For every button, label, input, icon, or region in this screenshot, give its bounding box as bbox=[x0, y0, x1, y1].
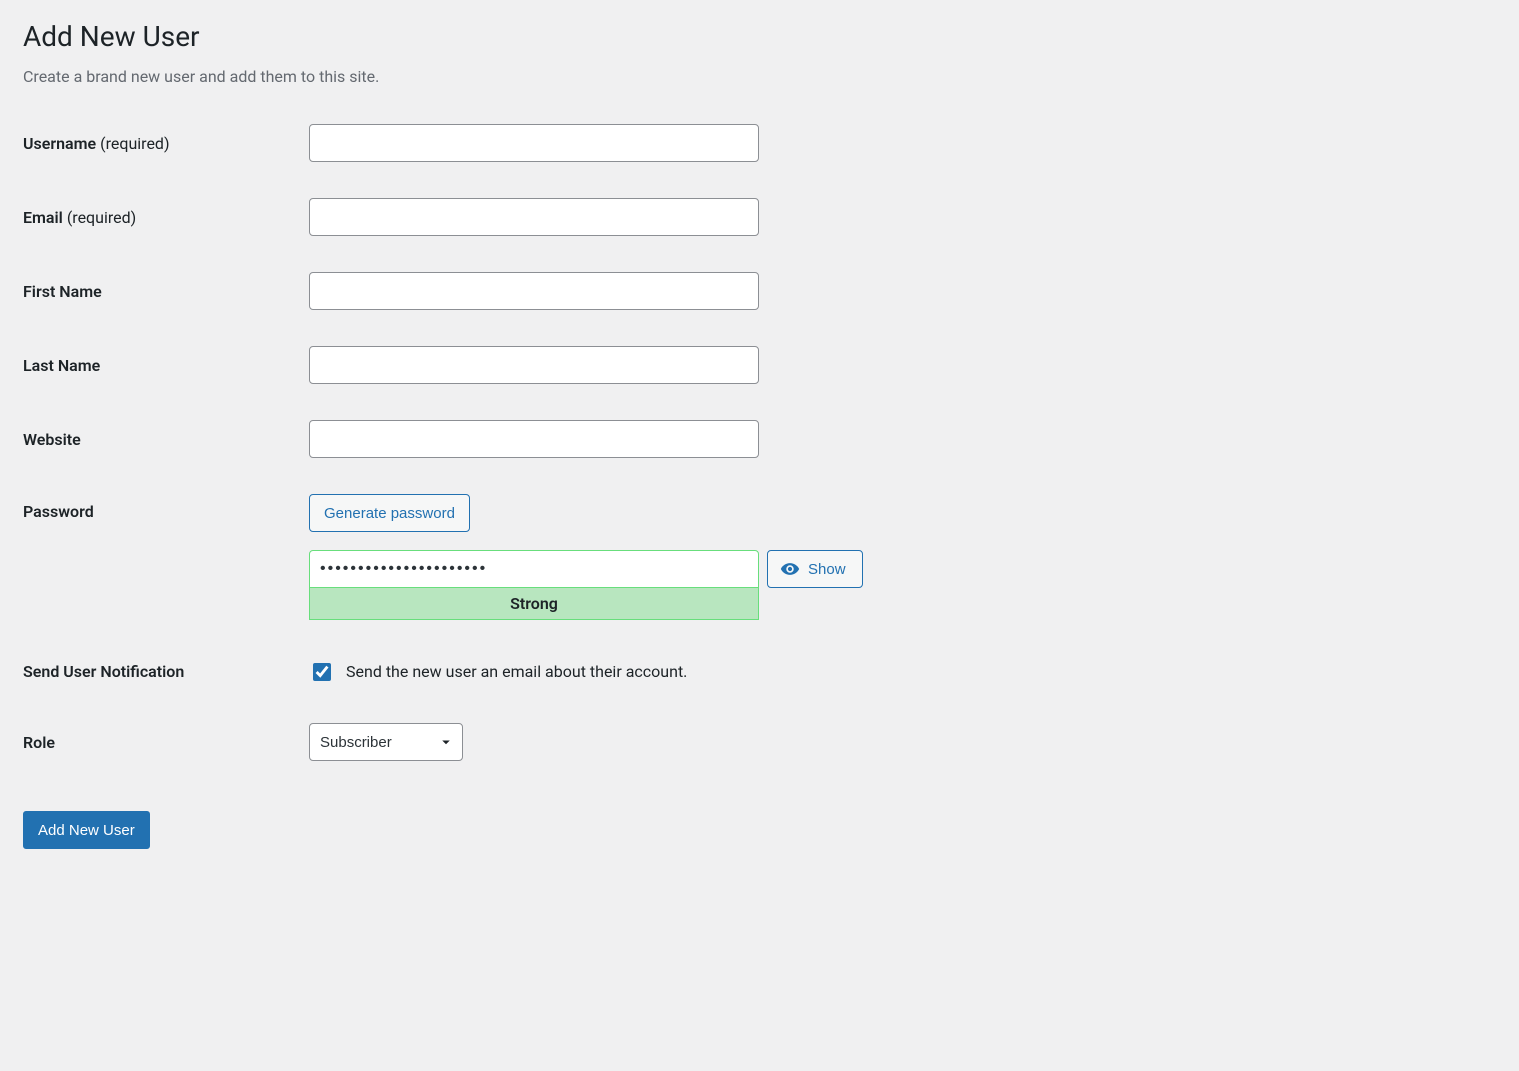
first-name-input[interactable] bbox=[309, 272, 759, 310]
website-input[interactable] bbox=[309, 420, 759, 458]
label-email: Email (required) bbox=[23, 180, 309, 254]
label-required: (required) bbox=[100, 134, 169, 153]
role-select[interactable]: SubscriberContributorAuthorEditorAdminis… bbox=[309, 723, 463, 761]
page-title: Add New User bbox=[23, 20, 1496, 53]
send-notification-checkbox[interactable] bbox=[313, 663, 331, 681]
page-description: Create a brand new user and add them to … bbox=[23, 67, 1496, 86]
label-email-text: Email bbox=[23, 208, 63, 227]
notify-text: Send the new user an email about their a… bbox=[346, 662, 687, 681]
username-input[interactable] bbox=[309, 124, 759, 162]
user-form: Username (required) Email (required) Fir… bbox=[23, 106, 1496, 779]
label-username: Username (required) bbox=[23, 106, 309, 180]
label-role: Role bbox=[23, 705, 309, 779]
show-password-label: Show bbox=[808, 561, 846, 578]
last-name-input[interactable] bbox=[309, 346, 759, 384]
password-strength-indicator: Strong bbox=[309, 588, 759, 620]
add-new-user-button[interactable]: Add New User bbox=[23, 811, 150, 849]
label-required: (required) bbox=[67, 208, 136, 227]
label-password: Password bbox=[23, 476, 309, 638]
label-last-name: Last Name bbox=[23, 328, 309, 402]
show-password-button[interactable]: Show bbox=[767, 550, 863, 588]
label-username-text: Username bbox=[23, 134, 96, 153]
email-input[interactable] bbox=[309, 198, 759, 236]
label-notify: Send User Notification bbox=[23, 638, 309, 705]
generate-password-button[interactable]: Generate password bbox=[309, 494, 470, 532]
label-first-name: First Name bbox=[23, 254, 309, 328]
eye-icon bbox=[780, 559, 800, 579]
label-website: Website bbox=[23, 402, 309, 476]
password-input[interactable] bbox=[309, 550, 759, 588]
